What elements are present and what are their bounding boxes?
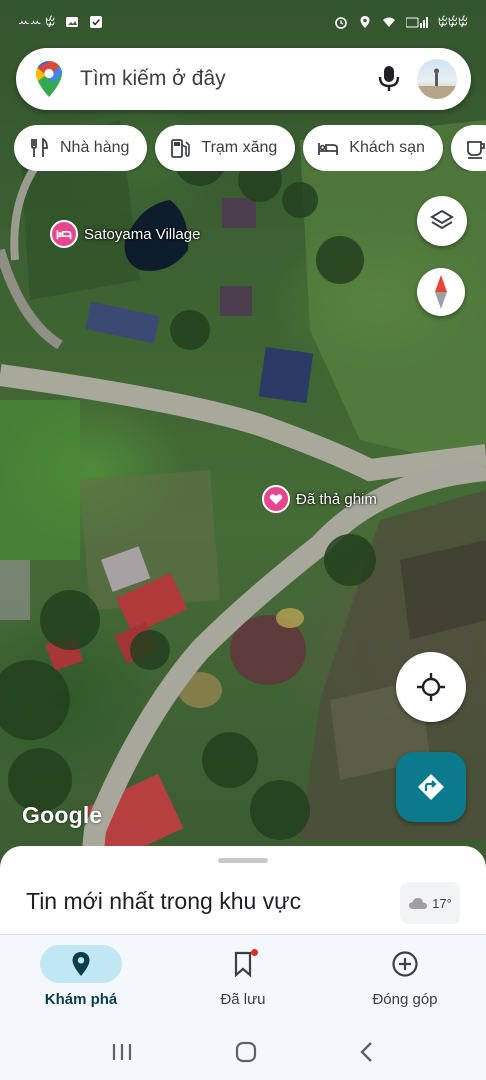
- gas-station-icon: [171, 139, 191, 158]
- hotel-icon: [318, 143, 339, 155]
- directions-button[interactable]: [396, 752, 466, 822]
- chip-label: Khách sạn: [349, 139, 425, 156]
- system-navigation-bar: [0, 1024, 486, 1080]
- nav-contribute[interactable]: Đóng góp: [324, 935, 486, 1024]
- chip-gas-stations[interactable]: Trạm xăng: [155, 125, 296, 171]
- status-battery-text: ꔲꔲꔲ: [437, 14, 468, 29]
- status-bar: ꕀꕀ ꔲ ꔲꔲꔲ: [0, 0, 486, 44]
- image-notification-icon: [66, 17, 79, 27]
- location-status-icon: [360, 16, 370, 28]
- compass-button[interactable]: [417, 268, 465, 316]
- bookmark-icon: [234, 951, 252, 977]
- chip-hotels[interactable]: Khách sạn: [303, 125, 443, 171]
- volte-signal-icon: [405, 17, 428, 28]
- place-marker-satoyama-village[interactable]: Satoyama Village: [50, 220, 200, 248]
- search-input[interactable]: Tìm kiếm ở đây: [80, 67, 369, 91]
- chip-label: Nhà hàng: [60, 139, 130, 156]
- wifi-icon: [382, 17, 395, 27]
- check-notification-icon: [90, 16, 103, 28]
- google-maps-logo-icon: [36, 61, 62, 97]
- home-icon[interactable]: [234, 1040, 258, 1064]
- place-label: Satoyama Village: [84, 225, 201, 243]
- cloud-icon: [409, 898, 428, 909]
- layers-icon: [430, 209, 454, 230]
- search-bar[interactable]: Tìm kiếm ở đây: [16, 48, 471, 110]
- crosshair-icon: [417, 673, 445, 701]
- add-circle-icon: [392, 951, 418, 977]
- directions-icon: [418, 774, 444, 800]
- compass-icon: [435, 275, 447, 309]
- avatar[interactable]: [417, 59, 457, 99]
- back-icon[interactable]: [359, 1041, 375, 1063]
- nav-label: Đã lưu: [220, 991, 266, 1008]
- recent-apps-icon[interactable]: [111, 1042, 133, 1062]
- heart-icon: [262, 485, 290, 513]
- sheet-title: Tin mới nhất trong khu vực: [26, 888, 302, 914]
- nav-saved[interactable]: Đã lưu: [162, 935, 324, 1024]
- place-label: Đã thả ghim: [296, 490, 377, 508]
- sheet-drag-handle[interactable]: [218, 858, 268, 863]
- weather-temperature: 17°: [432, 895, 452, 911]
- my-location-button[interactable]: [396, 652, 466, 722]
- hotel-icon: [50, 220, 78, 248]
- weather-chip[interactable]: 17°: [400, 882, 460, 924]
- alarm-icon: [335, 17, 347, 29]
- coffee-icon: [466, 141, 485, 159]
- chip-restaurants[interactable]: Nhà hàng: [14, 125, 148, 171]
- chip-coffee[interactable]: [450, 125, 486, 171]
- nav-label: Khám phá: [44, 991, 118, 1008]
- bottom-sheet[interactable]: Tin mới nhất trong khu vực 17°: [0, 846, 486, 946]
- mic-icon[interactable]: [369, 59, 409, 99]
- place-marker-dropped-pin[interactable]: Đã thả ghim: [262, 485, 377, 513]
- notification-badge: [251, 949, 258, 956]
- layers-button[interactable]: [417, 196, 467, 246]
- nav-explore[interactable]: Khám phá: [0, 935, 162, 1024]
- chip-label: Trạm xăng: [201, 139, 278, 156]
- google-attribution: Google: [22, 802, 103, 828]
- status-bar-right: ꔲꔲꔲ: [334, 14, 468, 30]
- nav-label: Đóng góp: [372, 991, 438, 1008]
- restaurant-icon: [31, 137, 48, 157]
- status-notification-text: ꕀꕀ ꔲ: [18, 14, 56, 29]
- bottom-navigation: Khám phá Đã lưu Đóng góp: [0, 934, 486, 1024]
- category-chips: Nhà hàng Trạm xăng Khách sạn: [14, 125, 486, 171]
- status-bar-left: ꕀꕀ ꔲ: [18, 14, 103, 30]
- explore-pin-icon: [72, 952, 90, 976]
